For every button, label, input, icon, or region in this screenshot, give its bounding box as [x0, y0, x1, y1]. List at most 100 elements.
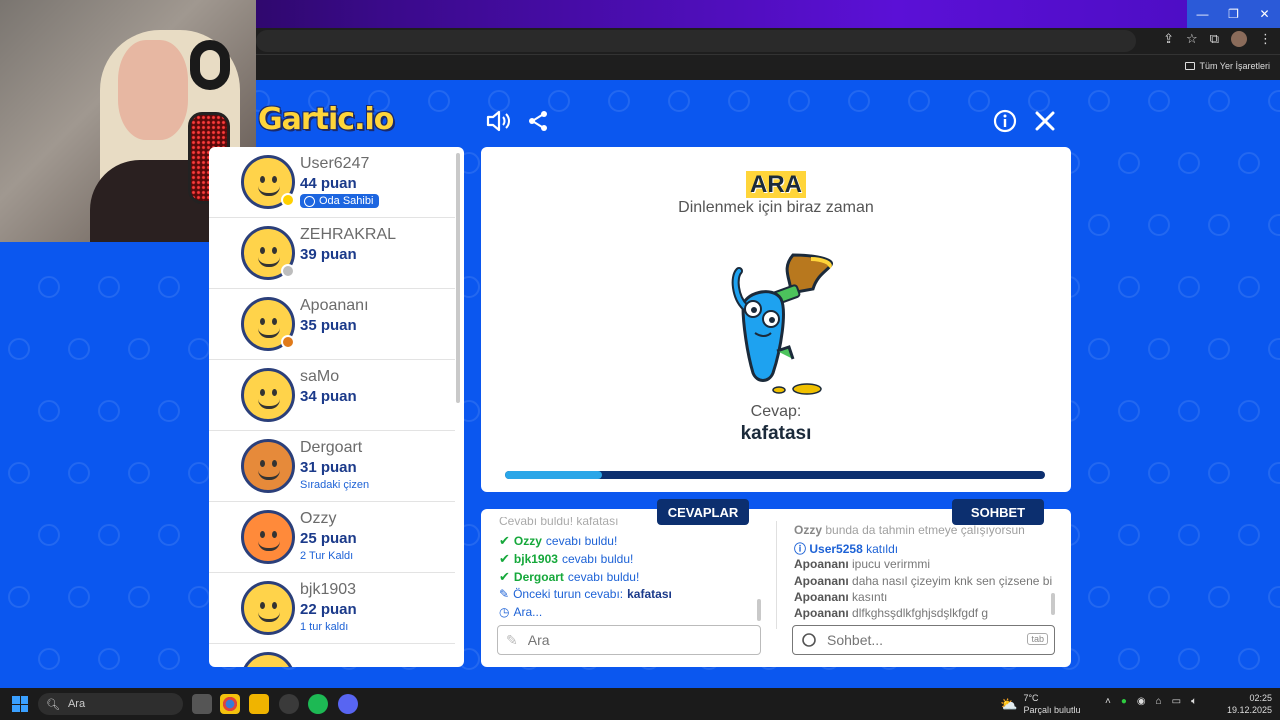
player-row[interactable]: User6247 44 puan Oda Sahibi	[209, 147, 455, 218]
answer-value: kafatası	[740, 423, 812, 444]
background-doodle	[38, 276, 60, 298]
extensions-icon[interactable]: ⧉	[1210, 31, 1219, 47]
chat-scrollbar[interactable]	[1051, 593, 1055, 615]
pencil-input-icon: ✎	[506, 631, 518, 648]
round-timer-fill	[505, 471, 603, 479]
background-doodle	[98, 400, 120, 422]
background-doodle	[1268, 338, 1280, 360]
info-icon[interactable]	[992, 108, 1018, 134]
check-icon: ✔	[499, 551, 510, 566]
background-doodle	[848, 90, 870, 112]
background-doodle	[1268, 214, 1280, 236]
player-list: User6247 44 puan Oda Sahibi ZEHRAKRAL 39…	[209, 147, 464, 667]
player-row[interactable]: ZEHRAKRAL 39 puan	[209, 218, 455, 289]
folder-icon	[1185, 62, 1196, 70]
background-doodle	[428, 90, 450, 112]
close-icon[interactable]	[1032, 108, 1058, 134]
background-doodle	[1238, 400, 1260, 422]
clock[interactable]: 02:25 19.12.2025	[1227, 692, 1272, 716]
background-doodle	[1118, 524, 1140, 546]
player-avatar	[241, 368, 295, 422]
round-status-subtitle: Dinlenmek için biraz zaman	[678, 199, 874, 216]
restore-button[interactable]: ❐	[1218, 0, 1249, 28]
chevron-up-icon[interactable]: ˄	[1105, 696, 1111, 707]
background-doodle	[188, 462, 210, 484]
tray-green-icon[interactable]: ●	[1121, 696, 1127, 707]
chat-input[interactable]	[827, 632, 1017, 648]
volume-icon[interactable]: 🔈︎	[1191, 696, 1197, 707]
all-bookmarks-button[interactable]: Tüm Yer İşaretleri	[1185, 61, 1270, 71]
background-doodle	[1238, 276, 1260, 298]
background-doodle	[128, 462, 150, 484]
background-doodle	[1208, 462, 1230, 484]
close-window-button[interactable]: ✕	[1249, 0, 1280, 28]
player-row[interactable]: Dergoart 31 puan Sıradaki çizen	[209, 431, 455, 502]
answer-input-box[interactable]: ✎	[497, 625, 761, 655]
spotify-icon[interactable]	[308, 694, 328, 714]
gartic-logo[interactable]: Gartic.io	[258, 102, 394, 138]
check-icon: ✔	[499, 533, 510, 548]
background-doodle	[1268, 586, 1280, 608]
player-name: Dergoart	[300, 439, 363, 456]
profile-avatar[interactable]	[1231, 31, 1247, 47]
background-doodle	[128, 586, 150, 608]
answer-label: Cevap:	[750, 403, 802, 420]
player-row[interactable]	[209, 644, 455, 667]
drawing-board[interactable]: ARA Dinlenmek için biraz zaman Cevap: ka…	[481, 147, 1071, 492]
background-doodle	[158, 400, 180, 422]
menu-icon[interactable]: ⋮	[1259, 31, 1272, 47]
tab-answers[interactable]: CEVAPLAR	[657, 499, 749, 525]
chat-message: Apoananı daha nasıl çizeyim knk sen çizs…	[794, 574, 1053, 588]
answer-input[interactable]	[527, 632, 718, 648]
answers-scrollbar[interactable]	[757, 599, 761, 621]
chat-message: Ozzy bunda da tahmin etmeye çalışıyorsun	[794, 523, 1025, 537]
owner-icon	[304, 195, 315, 207]
share-icon[interactable]	[525, 108, 551, 134]
background-doodle	[158, 648, 180, 670]
background-doodle	[188, 586, 210, 608]
answer-log-line: Cevabı buldu! kafatası	[499, 517, 619, 525]
display-icon[interactable]: ▭	[1172, 696, 1181, 707]
background-doodle	[1208, 214, 1230, 236]
steam-icon[interactable]: ◉	[1137, 696, 1146, 707]
background-doodle	[1118, 648, 1140, 670]
player-row[interactable]: saMo 34 puan	[209, 360, 455, 431]
player-score: 25 puan	[300, 530, 357, 547]
player-row[interactable]: Apoananı 35 puan	[209, 289, 455, 360]
background-doodle	[98, 648, 120, 670]
player-score: 34 puan	[300, 388, 357, 405]
background-doodle	[1148, 214, 1170, 236]
background-doodle	[1208, 90, 1230, 112]
start-button[interactable]	[12, 696, 28, 712]
chat-input-box[interactable]: tab	[792, 625, 1055, 655]
search-icon: 🔍︎	[46, 698, 60, 711]
background-doodle	[1268, 462, 1280, 484]
background-doodle	[1178, 152, 1200, 174]
star-icon[interactable]: ☆	[1186, 31, 1198, 47]
bottom-panel: Cevabı buldu! kafatası ✔ Ozzy cevabı buldu…	[481, 509, 1071, 667]
task-view-icon[interactable]	[192, 694, 212, 714]
minimize-button[interactable]: —	[1187, 0, 1218, 28]
weather-widget[interactable]: ⛅ 7°C Parçalı bulutlu	[1000, 692, 1080, 716]
player-score: 22 puan	[300, 601, 357, 618]
tab-chat[interactable]: SOHBET	[952, 499, 1044, 525]
discord-icon[interactable]	[338, 694, 358, 714]
network-icon[interactable]: ⌂	[1156, 696, 1162, 707]
answer-log-line: ✔ Ozzy cevabı buldu!	[499, 533, 618, 548]
background-doodle	[68, 338, 90, 360]
taskbar-search[interactable]: 🔍︎ Ara	[38, 693, 183, 715]
status-dot	[281, 193, 295, 207]
player-row[interactable]: bjk1903 22 puan 1 tur kaldı	[209, 573, 455, 644]
url-field[interactable]	[256, 30, 1136, 52]
background-doodle	[1088, 338, 1110, 360]
previous-answer-line: ✎ Önceki turun cevabı: kafatası	[499, 587, 672, 601]
player-list-scrollbar[interactable]	[456, 153, 460, 403]
obs-icon[interactable]	[279, 694, 299, 714]
clock-date: 19.12.2025	[1226, 705, 1272, 715]
sound-icon[interactable]	[485, 108, 511, 134]
chrome-icon[interactable]	[220, 694, 240, 714]
install-icon[interactable]: ⇪	[1163, 31, 1174, 47]
player-row[interactable]: Ozzy 25 puan 2 Tur Kaldı	[209, 502, 455, 573]
file-explorer-icon[interactable]	[249, 694, 269, 714]
player-score: 35 puan	[300, 317, 357, 334]
